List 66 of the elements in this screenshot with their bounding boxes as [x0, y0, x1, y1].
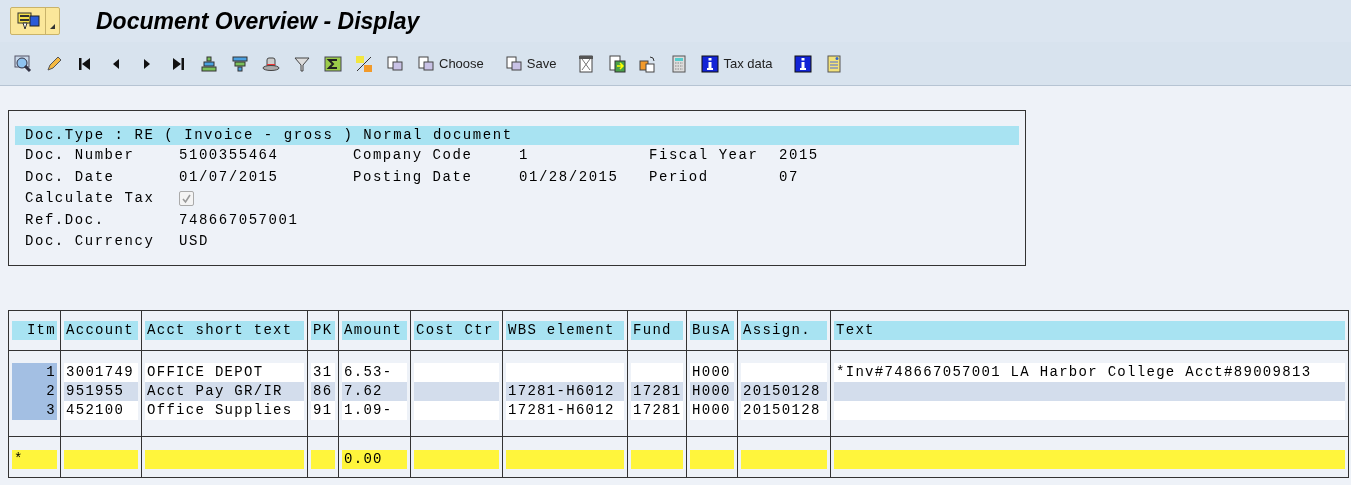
info-icon	[701, 54, 720, 73]
field-value: USD	[179, 232, 210, 252]
document-type: Doc.Type : RE ( Invoice - gross ) Normal document	[15, 126, 1019, 145]
copy-icon	[504, 54, 523, 73]
table-cell: 31	[311, 362, 335, 382]
total-cell	[690, 449, 734, 469]
column-header: Account	[64, 321, 138, 340]
filter-icon[interactable]	[293, 54, 311, 73]
hat-icon[interactable]	[262, 54, 280, 73]
sum-icon[interactable]	[324, 54, 342, 73]
screen-icon	[17, 11, 41, 31]
column-header: Fund	[631, 321, 683, 340]
field-value: 748667057001	[179, 210, 300, 230]
field-value: 01/07/2015	[179, 167, 280, 187]
column-header: Itm	[12, 321, 57, 340]
row-number: 1	[12, 362, 57, 382]
copy-icon	[417, 54, 435, 73]
total-cell: *	[12, 449, 57, 469]
toolbar-button[interactable]: Save	[504, 53, 557, 74]
column-header: WBS element	[506, 321, 624, 340]
sort-ascending-icon[interactable]	[200, 54, 218, 73]
field-label: Posting Date	[353, 167, 474, 187]
total-cell	[311, 449, 335, 469]
column-header: Acct short text	[145, 321, 304, 340]
column-header: Cost Ctr	[414, 321, 499, 340]
field-label: Company Code	[353, 146, 474, 166]
dropdown-icon	[50, 24, 55, 29]
table-cell: OFFICE DEPOT	[145, 362, 304, 382]
field-value: 2015	[779, 146, 820, 166]
field-value: 01/28/2015	[519, 167, 620, 187]
field-label: Doc. Currency	[25, 232, 156, 252]
field-value: 1	[519, 146, 530, 166]
column-header: Text	[834, 321, 1345, 340]
table-cell: H000	[690, 362, 734, 382]
table-cell: 3001749	[64, 362, 138, 382]
table-cell: 6.53-	[342, 362, 407, 382]
info-icon[interactable]	[793, 54, 812, 73]
window-title: Document Overview - Display	[96, 6, 420, 36]
field-label: Doc. Number	[25, 146, 136, 166]
checkbox[interactable]	[179, 191, 194, 207]
menu-button[interactable]	[10, 7, 60, 35]
column-header: Assign.	[741, 321, 827, 340]
pencil-icon[interactable]	[45, 54, 63, 73]
note-icon[interactable]	[824, 54, 843, 73]
field-label: Fiscal Year	[649, 146, 760, 166]
column-header: Amount	[342, 321, 407, 340]
total-cell: 0.00	[342, 449, 407, 469]
field-label: Period	[649, 167, 710, 187]
table-cell: *Inv#748667057001 LA Harbor College Acct#89009813	[834, 362, 1345, 382]
field-value: 5100355464	[179, 146, 280, 166]
subtotal-icon[interactable]	[355, 54, 373, 73]
magnifier-icon[interactable]	[14, 54, 32, 73]
export-icon[interactable]	[608, 54, 627, 73]
column-header: BusA	[690, 321, 734, 340]
sort-descending-icon[interactable]	[231, 54, 249, 73]
column-header: PK	[311, 321, 335, 340]
field-value: 07	[779, 167, 800, 187]
document-icon[interactable]	[577, 54, 596, 73]
total-cell	[631, 449, 683, 469]
layout-icon[interactable]	[639, 54, 658, 73]
field-label: Doc. Date	[25, 167, 116, 187]
toolbar-button[interactable]: Choose	[417, 53, 484, 74]
field-label: Ref.Doc.	[25, 210, 106, 230]
field-label: Calculate Tax	[25, 189, 156, 209]
copy-icon[interactable]	[386, 54, 404, 73]
toolbar-button[interactable]: Tax data	[701, 53, 773, 74]
